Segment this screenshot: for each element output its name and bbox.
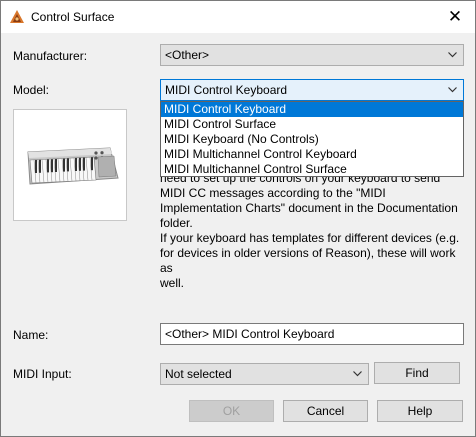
model-option[interactable]: MIDI Multichannel Control Surface (161, 162, 463, 177)
chevron-down-icon (448, 45, 457, 58)
window-title: Control Surface (31, 10, 115, 24)
description-line: If your keyboard has templates for diffe… (160, 231, 460, 245)
help-button[interactable]: Help (377, 400, 463, 422)
ok-button[interactable]: OK (189, 400, 274, 422)
device-image-panel (13, 109, 127, 221)
manufacturer-select[interactable]: <Other> (160, 44, 464, 66)
model-option[interactable]: MIDI Multichannel Control Keyboard (161, 147, 463, 162)
name-label: Name: (13, 328, 49, 342)
model-option[interactable]: MIDI Keyboard (No Controls) (161, 132, 463, 147)
description-line: MIDI CC messages according to the "MIDI (160, 186, 386, 200)
cancel-button[interactable]: Cancel (283, 400, 368, 422)
manufacturer-value: <Other> (165, 48, 210, 62)
manufacturer-label: Manufacturer: (13, 49, 88, 63)
model-select[interactable]: MIDI Control Keyboard (160, 79, 464, 101)
chevron-down-icon (353, 364, 362, 377)
midi-input-select[interactable]: Not selected (160, 363, 369, 385)
description-line: well. (160, 276, 185, 290)
model-label: Model: (13, 83, 50, 97)
model-value: MIDI Control Keyboard (165, 83, 288, 97)
midi-input-label: MIDI Input: (13, 367, 72, 381)
model-description: need to set up the controls on your keyb… (160, 171, 460, 291)
control-surface-dialog: Control Surface ✕ Manufacturer: <Other> … (0, 0, 476, 437)
midi-input-value: Not selected (165, 367, 232, 381)
title-bar: Control Surface ✕ (1, 1, 475, 33)
model-dropdown-list: MIDI Control Keyboard MIDI Control Surfa… (160, 101, 464, 177)
chevron-down-icon (448, 80, 457, 93)
name-field[interactable]: <Other> MIDI Control Keyboard (160, 323, 464, 345)
model-option[interactable]: MIDI Control Surface (161, 117, 463, 132)
description-line: Implementation Charts" document in the D… (160, 201, 458, 215)
midi-keyboard-image (27, 147, 119, 185)
description-line: folder. (160, 216, 193, 230)
description-line: for devices in older versions of Reason)… (160, 246, 456, 275)
close-button[interactable]: ✕ (445, 7, 465, 27)
model-option[interactable]: MIDI Control Keyboard (161, 102, 463, 117)
find-button[interactable]: Find (374, 362, 460, 384)
reason-app-icon (10, 10, 24, 23)
